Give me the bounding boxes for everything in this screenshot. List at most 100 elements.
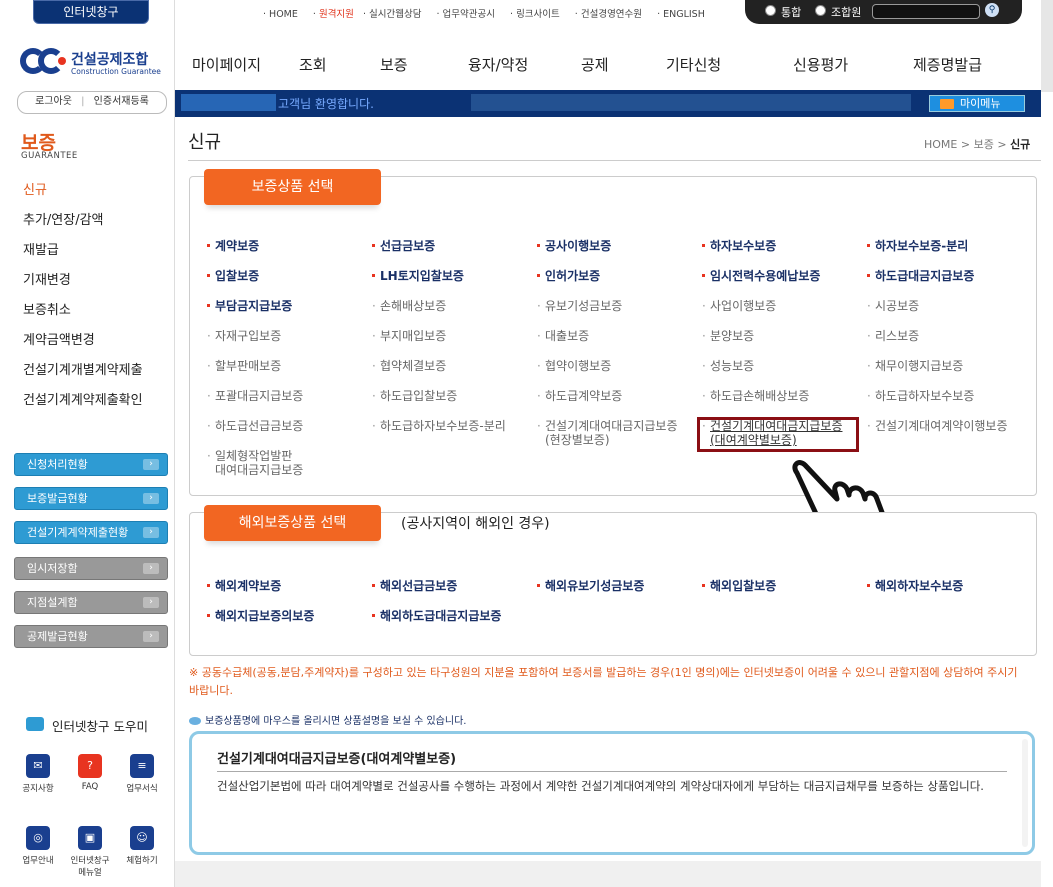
help-guide[interactable]: ◎ 업무안내: [18, 826, 58, 866]
product-link[interactable]: 하자보수보증: [701, 239, 776, 253]
utility-bar: · HOME · 원격지원 · 실시간웹상담 · 업무약관공시 · 링크사이트 …: [175, 0, 1053, 26]
product-link[interactable]: 하도급손해배상보증: [702, 389, 809, 403]
side-menu-machine-submit[interactable]: 건설기계개별계약제출: [23, 359, 143, 378]
product-link[interactable]: 일체형작업발판 대여대금지급보증: [207, 449, 303, 477]
help-manual[interactable]: ▣ 인터넷창구 메뉴얼: [70, 826, 110, 878]
product-link[interactable]: 손해배상보증: [372, 299, 446, 313]
nav-credit[interactable]: 신용평가: [793, 54, 848, 75]
nav-certificate[interactable]: 제증명발급: [913, 54, 982, 75]
search-bar: 통합 조합원 ⚲: [745, 0, 1022, 24]
util-link-english[interactable]: · ENGLISH: [657, 9, 711, 20]
logout-link[interactable]: 로그아웃: [35, 96, 72, 107]
product-link[interactable]: 부담금지급보증: [206, 299, 292, 313]
product-link[interactable]: 하도급선급금보증: [207, 419, 303, 433]
product-link[interactable]: 성능보증: [702, 359, 754, 373]
product-link[interactable]: 채무이행지급보증: [867, 359, 963, 373]
nav-guarantee[interactable]: 보증: [380, 54, 408, 75]
product-link[interactable]: 해외계약보증: [206, 579, 281, 593]
status-button-mutual[interactable]: 공제발급현황 ›: [14, 625, 168, 648]
help-notice[interactable]: ✉ 공지사항: [18, 754, 58, 794]
util-link-sites[interactable]: · 링크사이트: [510, 9, 566, 20]
product-link[interactable]: 해외유보기성금보증: [536, 579, 644, 593]
internet-counter-badge[interactable]: 인터넷창구: [33, 0, 149, 24]
overseas-tab: 해외보증상품 선택: [204, 505, 381, 541]
product-link[interactable]: 대출보증: [537, 329, 589, 343]
util-link-academy[interactable]: · 건설경영연수원: [575, 9, 648, 20]
nav-mutual[interactable]: 공제: [581, 54, 609, 75]
product-link[interactable]: 인허가보증: [536, 269, 600, 283]
product-link[interactable]: 하도급계약보증: [537, 389, 622, 403]
product-link[interactable]: 해외입찰보증: [701, 579, 776, 593]
status-button-processing[interactable]: 신청처리현황 ›: [14, 453, 168, 476]
product-link[interactable]: 하자보수보증-분리: [866, 239, 968, 253]
cert-reregister-link[interactable]: 인증서재등록: [94, 96, 149, 107]
product-link[interactable]: 해외하도급대금지급보증: [371, 609, 501, 623]
product-link[interactable]: 하도급하자보수보증-분리: [372, 419, 506, 433]
product-link[interactable]: 분양보증: [702, 329, 754, 343]
mymenu-button[interactable]: 마이메뉴: [929, 95, 1025, 112]
radio-member[interactable]: [815, 5, 826, 16]
nav-other[interactable]: 기타신청: [666, 54, 721, 75]
help-forms[interactable]: ≡ 업무서식: [122, 754, 162, 794]
product-link[interactable]: 해외하자보수보증: [866, 579, 963, 593]
product-link[interactable]: 하도급하자보수보증: [867, 389, 974, 403]
side-menu-modify[interactable]: 기재변경: [23, 269, 71, 288]
radio-total[interactable]: [765, 5, 776, 16]
manual-icon: ▣: [78, 826, 102, 850]
status-button-machine[interactable]: 건설기계계약제출현황 ›: [14, 521, 168, 544]
document-icon: ≡: [130, 754, 154, 778]
util-link-chat[interactable]: · 실시간웹상담: [363, 9, 428, 20]
search-icon[interactable]: ⚲: [985, 3, 999, 17]
nav-mypage[interactable]: 마이페이지: [192, 54, 261, 75]
status-button-branch[interactable]: 지점설계함 ›: [14, 591, 168, 614]
util-link-remote[interactable]: · 원격지원: [313, 9, 354, 20]
utility-links: · HOME · 원격지원 · 실시간웹상담 · 업무약관공시 · 링크사이트 …: [263, 6, 717, 20]
product-link[interactable]: 리스보증: [867, 329, 919, 343]
product-link[interactable]: 임시전력수용예납보증: [701, 269, 820, 283]
side-menu-amount[interactable]: 계약금액변경: [23, 329, 95, 348]
help-trial[interactable]: ☺ 체험하기: [122, 826, 162, 866]
product-link[interactable]: 할부판매보증: [207, 359, 281, 373]
scrollbar[interactable]: [1041, 0, 1053, 92]
description-scrollbar[interactable]: [1022, 739, 1028, 847]
product-link[interactable]: 하도급대금지급보증: [866, 269, 974, 283]
crumb-guarantee[interactable]: 보증: [974, 138, 994, 151]
product-link[interactable]: 자재구입보증: [207, 329, 281, 343]
product-link[interactable]: 하도급입찰보증: [372, 389, 457, 403]
product-link[interactable]: 협약체결보증: [372, 359, 446, 373]
product-link[interactable]: 건설기계대여계약이행보증: [867, 419, 1008, 433]
product-link[interactable]: 사업이행보증: [702, 299, 776, 313]
product-link[interactable]: 건설기계대여대금지급보증 (현장별보증): [537, 419, 678, 447]
product-link[interactable]: 포괄대금지급보증: [207, 389, 303, 403]
search-input[interactable]: [872, 4, 980, 19]
product-link[interactable]: LH토지입찰보증: [372, 269, 464, 283]
product-link[interactable]: 해외선급금보증: [371, 579, 457, 593]
side-menu-new[interactable]: 신규: [23, 179, 47, 198]
logo[interactable]: 건설공제조합 Construction Guarantee: [18, 46, 168, 80]
side-menu-extend[interactable]: 추가/연장/감액: [23, 209, 104, 228]
radio-total-label: 통합: [781, 6, 802, 19]
util-link-home[interactable]: · HOME: [263, 9, 304, 20]
product-link[interactable]: 부지매입보증: [372, 329, 446, 343]
util-link-terms[interactable]: · 업무약관공시: [436, 9, 501, 20]
logo-mark-icon: [20, 48, 66, 74]
product-link[interactable]: 시공보증: [867, 299, 919, 313]
product-link[interactable]: 유보기성금보증: [537, 299, 622, 313]
status-button-issued[interactable]: 보증발급현황 ›: [14, 487, 168, 510]
nav-loan[interactable]: 융자/약정: [468, 54, 528, 75]
nav-inquiry[interactable]: 조회: [299, 54, 327, 75]
product-link[interactable]: 해외지급보증의보증: [206, 609, 314, 623]
product-link[interactable]: 입찰보증: [206, 269, 259, 283]
side-menu-machine-confirm[interactable]: 건설기계계약제출확인: [23, 389, 143, 408]
status-button-temp[interactable]: 임시저장함 ›: [14, 557, 168, 580]
product-link[interactable]: 계약보증: [206, 239, 259, 253]
side-menu-cancel[interactable]: 보증취소: [23, 299, 71, 318]
product-link[interactable]: 선급금보증: [371, 239, 435, 253]
side-menu-reissue[interactable]: 재발급: [23, 239, 59, 258]
help-faq[interactable]: ? FAQ: [70, 754, 110, 792]
chevron-right-icon: ›: [143, 563, 159, 574]
info-icon: [189, 717, 201, 725]
product-link[interactable]: 공사이행보증: [536, 239, 611, 253]
crumb-home[interactable]: HOME: [924, 138, 957, 151]
product-link[interactable]: 협약이행보증: [537, 359, 611, 373]
